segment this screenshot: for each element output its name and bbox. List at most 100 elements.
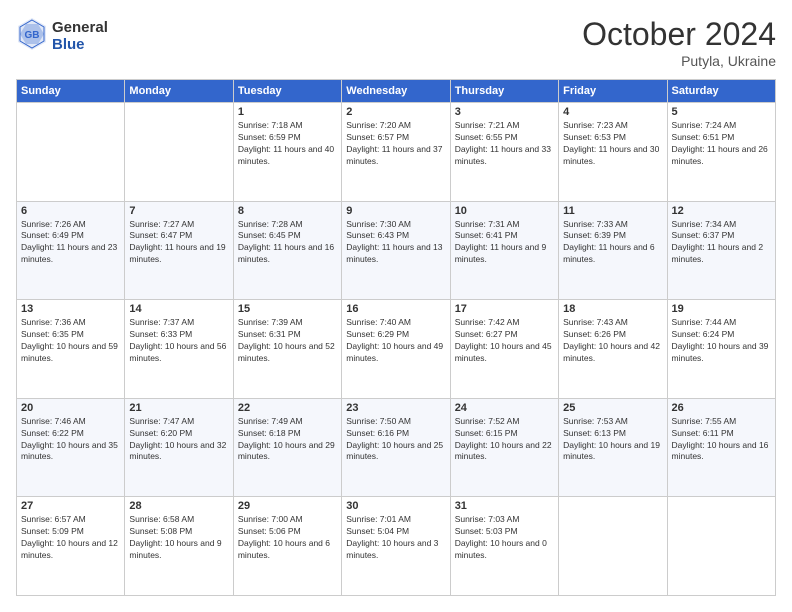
day-number: 28 bbox=[129, 500, 228, 512]
calendar-week-row: 13Sunrise: 7:36 AMSunset: 6:35 PMDayligh… bbox=[17, 300, 776, 399]
day-number: 4 bbox=[563, 106, 662, 118]
day-info: Sunrise: 7:46 AMSunset: 6:22 PMDaylight:… bbox=[21, 416, 120, 464]
logo-line2: Blue bbox=[52, 37, 108, 54]
calendar-cell: 1 Sunrise: 7:18 AMSunset: 6:59 PMDaylight… bbox=[233, 103, 341, 202]
day-info: Sunrise: 7:34 AMSunset: 6:37 PMDaylight:… bbox=[672, 219, 771, 267]
day-info: Sunrise: 7:33 AMSunset: 6:39 PMDaylight:… bbox=[563, 219, 662, 267]
calendar-cell: 14 Sunrise: 7:37 AMSunset: 6:33 PMDayligh… bbox=[125, 300, 233, 399]
col-header-monday: Monday bbox=[125, 80, 233, 103]
day-info: Sunrise: 7:39 AMSunset: 6:31 PMDaylight:… bbox=[238, 317, 337, 365]
day-info: Sunrise: 7:50 AMSunset: 6:16 PMDaylight:… bbox=[346, 416, 445, 464]
calendar-cell bbox=[17, 103, 125, 202]
day-number: 26 bbox=[672, 402, 771, 414]
day-number: 31 bbox=[455, 500, 554, 512]
location-subtitle: Putyla, Ukraine bbox=[582, 53, 776, 69]
day-number: 12 bbox=[672, 205, 771, 217]
calendar-cell: 6 Sunrise: 7:26 AMSunset: 6:49 PMDaylight… bbox=[17, 201, 125, 300]
page: GB General Blue October 2024 Putyla, Ukr… bbox=[0, 0, 792, 612]
day-info: Sunrise: 7:03 AMSunset: 5:03 PMDaylight:… bbox=[455, 514, 554, 562]
calendar-header-row: SundayMondayTuesdayWednesdayThursdayFrid… bbox=[17, 80, 776, 103]
calendar-cell: 9 Sunrise: 7:30 AMSunset: 6:43 PMDaylight… bbox=[342, 201, 450, 300]
col-header-thursday: Thursday bbox=[450, 80, 558, 103]
day-number: 8 bbox=[238, 205, 337, 217]
svg-text:GB: GB bbox=[25, 30, 40, 41]
col-header-tuesday: Tuesday bbox=[233, 80, 341, 103]
day-number: 2 bbox=[346, 106, 445, 118]
logo-icon: GB bbox=[16, 16, 48, 52]
day-number: 27 bbox=[21, 500, 120, 512]
day-info: Sunrise: 7:49 AMSunset: 6:18 PMDaylight:… bbox=[238, 416, 337, 464]
day-number: 11 bbox=[563, 205, 662, 217]
calendar-cell: 28 Sunrise: 6:58 AMSunset: 5:08 PMDayligh… bbox=[125, 497, 233, 596]
calendar-cell: 31 Sunrise: 7:03 AMSunset: 5:03 PMDayligh… bbox=[450, 497, 558, 596]
day-number: 14 bbox=[129, 303, 228, 315]
day-info: Sunrise: 7:37 AMSunset: 6:33 PMDaylight:… bbox=[129, 317, 228, 365]
day-number: 23 bbox=[346, 402, 445, 414]
calendar-cell: 11 Sunrise: 7:33 AMSunset: 6:39 PMDayligh… bbox=[559, 201, 667, 300]
header: GB General Blue October 2024 Putyla, Ukr… bbox=[16, 16, 776, 69]
day-number: 9 bbox=[346, 205, 445, 217]
col-header-saturday: Saturday bbox=[667, 80, 775, 103]
calendar-cell: 27 Sunrise: 6:57 AMSunset: 5:09 PMDayligh… bbox=[17, 497, 125, 596]
day-number: 29 bbox=[238, 500, 337, 512]
calendar-cell: 25 Sunrise: 7:53 AMSunset: 6:13 PMDayligh… bbox=[559, 398, 667, 497]
title-block: October 2024 Putyla, Ukraine bbox=[582, 16, 776, 69]
calendar-cell bbox=[125, 103, 233, 202]
day-number: 10 bbox=[455, 205, 554, 217]
calendar-cell bbox=[667, 497, 775, 596]
calendar-cell: 12 Sunrise: 7:34 AMSunset: 6:37 PMDayligh… bbox=[667, 201, 775, 300]
calendar-cell: 7Sunrise: 7:27 AMSunset: 6:47 PMDaylight… bbox=[125, 201, 233, 300]
calendar-cell: 13Sunrise: 7:36 AMSunset: 6:35 PMDayligh… bbox=[17, 300, 125, 399]
day-number: 30 bbox=[346, 500, 445, 512]
calendar-cell: 21Sunrise: 7:47 AMSunset: 6:20 PMDayligh… bbox=[125, 398, 233, 497]
day-number: 16 bbox=[346, 303, 445, 315]
day-info: Sunrise: 7:21 AMSunset: 6:55 PMDaylight:… bbox=[455, 120, 554, 168]
day-info: Sunrise: 6:58 AMSunset: 5:08 PMDaylight:… bbox=[129, 514, 228, 562]
calendar-week-row: 27 Sunrise: 6:57 AMSunset: 5:09 PMDayligh… bbox=[17, 497, 776, 596]
day-info: Sunrise: 7:30 AMSunset: 6:43 PMDaylight:… bbox=[346, 219, 445, 267]
day-info: Sunrise: 7:55 AMSunset: 6:11 PMDaylight:… bbox=[672, 416, 771, 464]
calendar-cell: 17Sunrise: 7:42 AMSunset: 6:27 PMDayligh… bbox=[450, 300, 558, 399]
calendar-week-row: 1 Sunrise: 7:18 AMSunset: 6:59 PMDaylight… bbox=[17, 103, 776, 202]
day-number: 19 bbox=[672, 303, 771, 315]
day-info: Sunrise: 7:20 AMSunset: 6:57 PMDaylight:… bbox=[346, 120, 445, 168]
day-info: Sunrise: 7:27 AMSunset: 6:47 PMDaylight:… bbox=[129, 219, 228, 267]
day-number: 18 bbox=[563, 303, 662, 315]
day-info: Sunrise: 7:26 AMSunset: 6:49 PMDaylight:… bbox=[21, 219, 120, 267]
day-number: 22 bbox=[238, 402, 337, 414]
calendar-cell: 8 Sunrise: 7:28 AMSunset: 6:45 PMDaylight… bbox=[233, 201, 341, 300]
col-header-friday: Friday bbox=[559, 80, 667, 103]
logo-line1: General bbox=[52, 20, 108, 37]
calendar-cell: 10Sunrise: 7:31 AMSunset: 6:41 PMDayligh… bbox=[450, 201, 558, 300]
day-info: Sunrise: 7:47 AMSunset: 6:20 PMDaylight:… bbox=[129, 416, 228, 464]
calendar-cell: 5 Sunrise: 7:24 AMSunset: 6:51 PMDaylight… bbox=[667, 103, 775, 202]
calendar-cell: 26 Sunrise: 7:55 AMSunset: 6:11 PMDayligh… bbox=[667, 398, 775, 497]
day-info: Sunrise: 7:53 AMSunset: 6:13 PMDaylight:… bbox=[563, 416, 662, 464]
day-info: Sunrise: 7:24 AMSunset: 6:51 PMDaylight:… bbox=[672, 120, 771, 168]
day-info: Sunrise: 6:57 AMSunset: 5:09 PMDaylight:… bbox=[21, 514, 120, 562]
day-number: 25 bbox=[563, 402, 662, 414]
calendar-cell: 19Sunrise: 7:44 AMSunset: 6:24 PMDayligh… bbox=[667, 300, 775, 399]
col-header-wednesday: Wednesday bbox=[342, 80, 450, 103]
day-info: Sunrise: 7:23 AMSunset: 6:53 PMDaylight:… bbox=[563, 120, 662, 168]
logo: GB General Blue bbox=[16, 16, 108, 57]
day-number: 20 bbox=[21, 402, 120, 414]
day-info: Sunrise: 7:28 AMSunset: 6:45 PMDaylight:… bbox=[238, 219, 337, 267]
calendar-week-row: 20 Sunrise: 7:46 AMSunset: 6:22 PMDayligh… bbox=[17, 398, 776, 497]
calendar-cell: 30Sunrise: 7:01 AMSunset: 5:04 PMDayligh… bbox=[342, 497, 450, 596]
day-info: Sunrise: 7:18 AMSunset: 6:59 PMDaylight:… bbox=[238, 120, 337, 168]
day-info: Sunrise: 7:36 AMSunset: 6:35 PMDaylight:… bbox=[21, 317, 120, 365]
day-number: 1 bbox=[238, 106, 337, 118]
day-number: 3 bbox=[455, 106, 554, 118]
calendar-cell bbox=[559, 497, 667, 596]
day-number: 6 bbox=[21, 205, 120, 217]
day-info: Sunrise: 7:00 AMSunset: 5:06 PMDaylight:… bbox=[238, 514, 337, 562]
calendar-cell: 3 Sunrise: 7:21 AMSunset: 6:55 PMDaylight… bbox=[450, 103, 558, 202]
calendar-cell: 29 Sunrise: 7:00 AMSunset: 5:06 PMDayligh… bbox=[233, 497, 341, 596]
calendar-cell: 16 Sunrise: 7:40 AMSunset: 6:29 PMDayligh… bbox=[342, 300, 450, 399]
calendar-cell: 23 Sunrise: 7:50 AMSunset: 6:16 PMDayligh… bbox=[342, 398, 450, 497]
day-number: 5 bbox=[672, 106, 771, 118]
month-title: October 2024 bbox=[582, 16, 776, 53]
day-info: Sunrise: 7:40 AMSunset: 6:29 PMDaylight:… bbox=[346, 317, 445, 365]
day-number: 17 bbox=[455, 303, 554, 315]
